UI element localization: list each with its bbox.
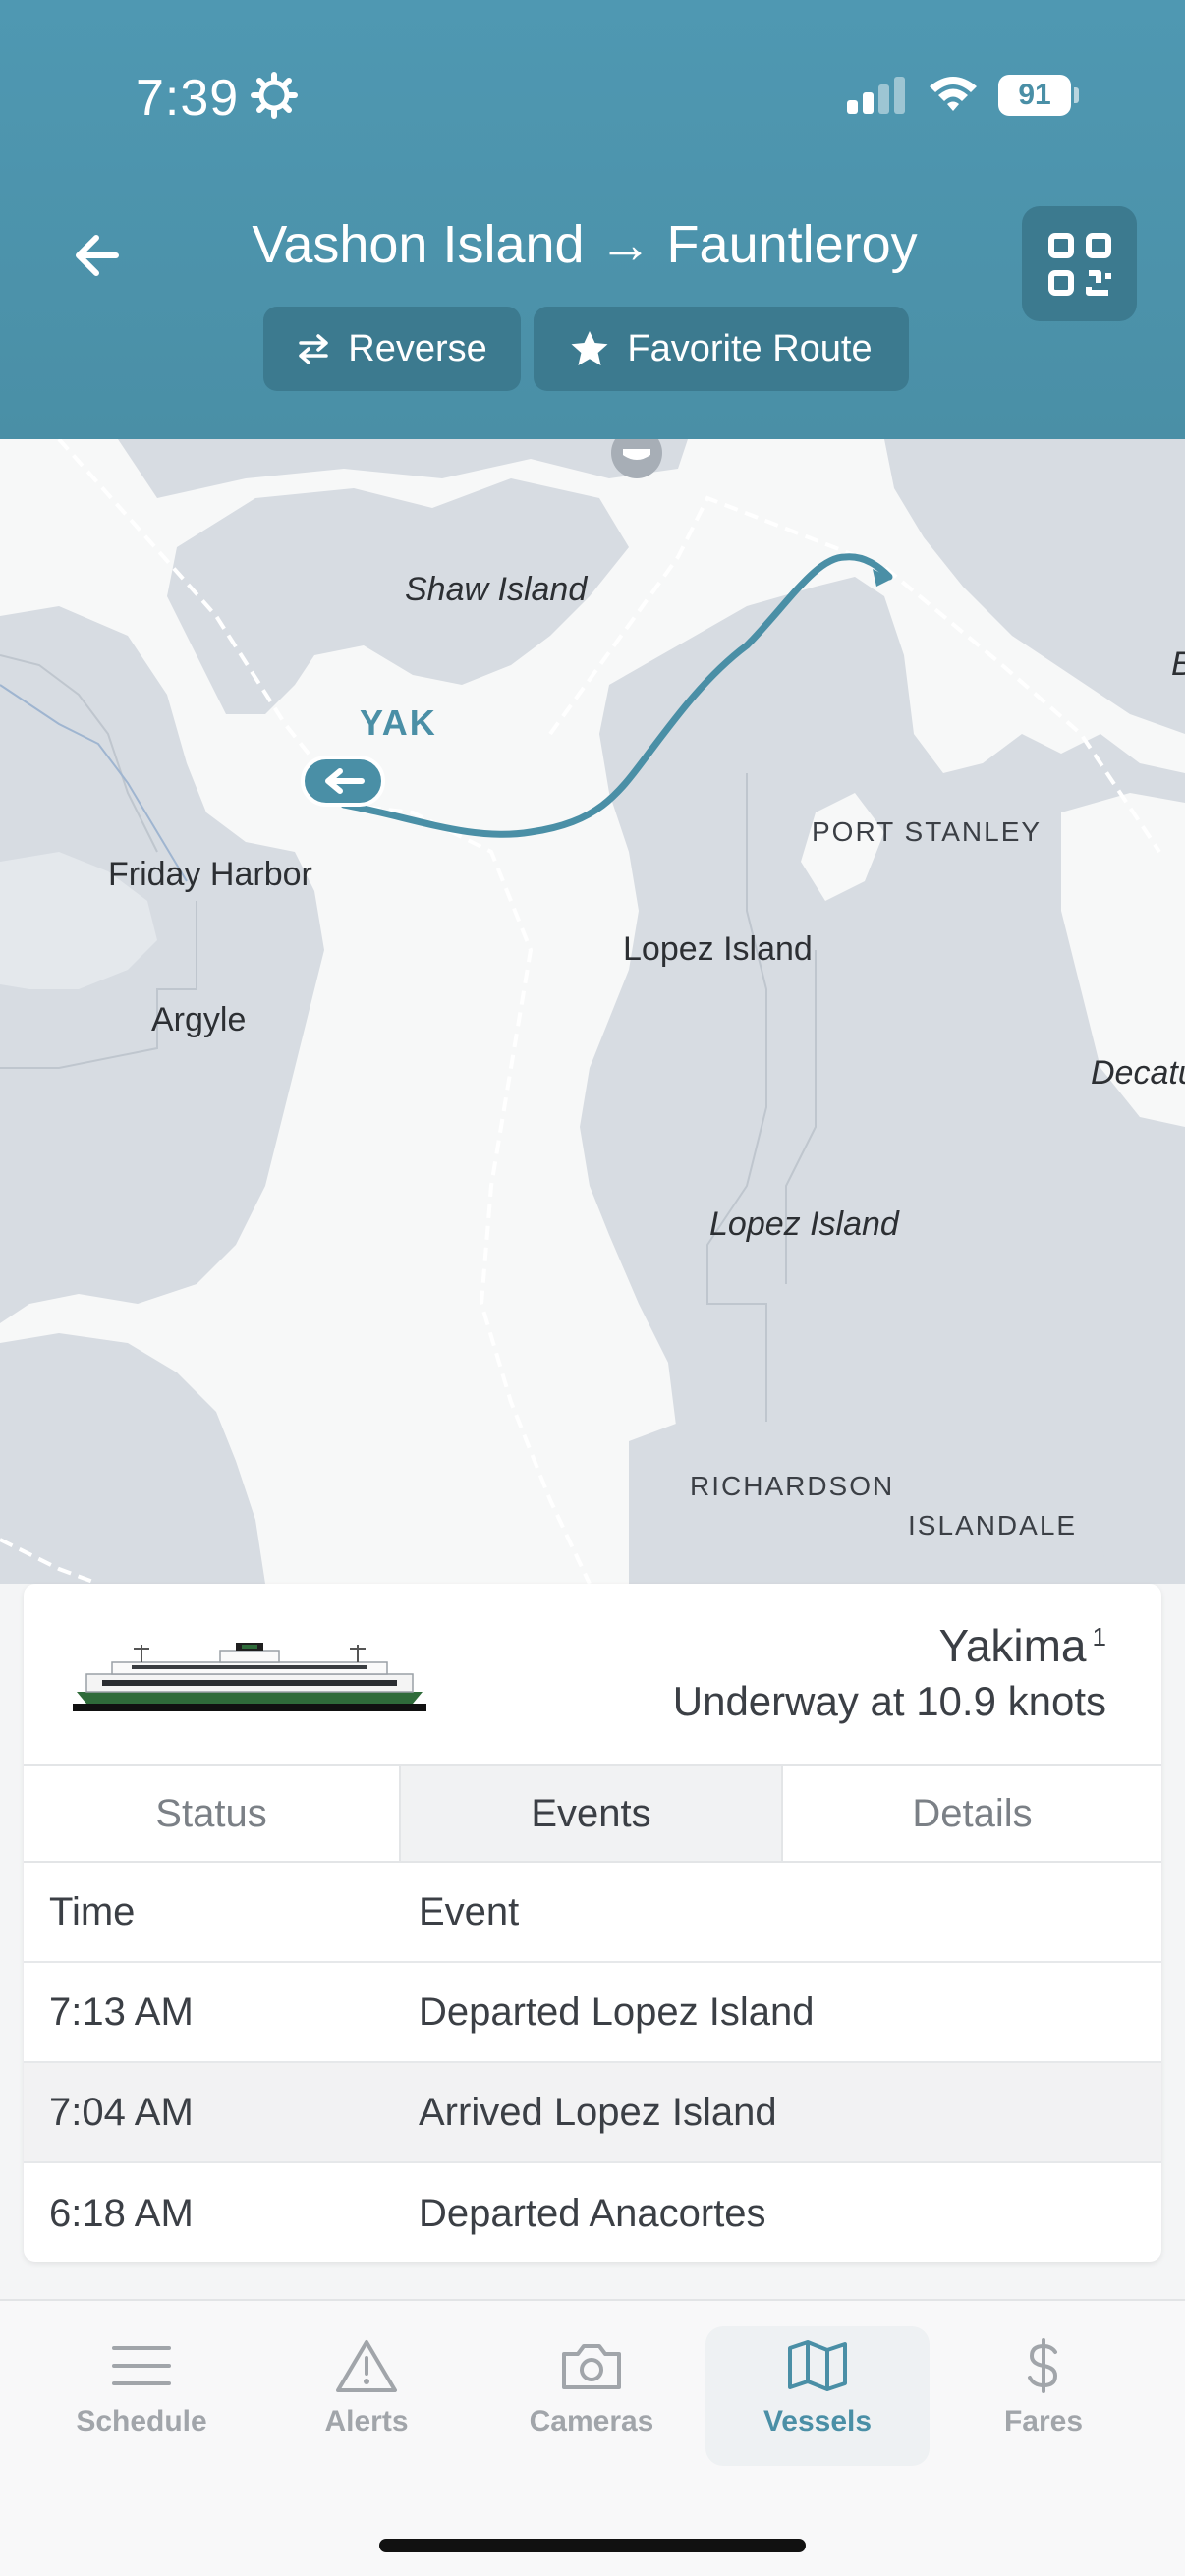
table-row: 6:18 AM Departed Anacortes [24,2163,1161,2262]
qr-code-button[interactable] [1022,206,1137,321]
battery-icon: 91 [998,75,1079,116]
page-title: Vashon Island → Fauntleroy [252,215,918,274]
reverse-label: Reverse [348,327,487,369]
cellular-signal-icon [847,77,905,114]
map-label-richardson: RICHARDSON [690,1471,895,1501]
favorite-route-button[interactable]: Favorite Route [534,307,909,391]
event-description: Arrived Lopez Island [419,2090,777,2134]
nav-label: Fares [1003,2405,1084,2437]
qr-code-icon [1047,232,1111,296]
table-row: 7:13 AM Departed Lopez Island [24,1963,1161,2063]
map-label-argyle: Argyle [151,1001,247,1038]
status-time: 7:39 [136,70,240,127]
event-description: Departed Lopez Island [419,1989,815,2034]
vessel-name: Yakima 1 [938,1620,1106,1671]
tab-events[interactable]: Events [401,1766,783,1861]
home-indicator[interactable] [379,2539,806,2552]
nav-label: Cameras [529,2405,654,2437]
bottom-tab-bar: Schedule Alerts Cameras Vessels Fares [0,2299,1185,2576]
menu-lines-icon [112,2346,171,2385]
route-map[interactable]: YAK Shaw Island Friday Harbor Argyle Lop… [0,439,1185,1584]
nav-alerts[interactable]: Alerts [254,2326,479,2466]
star-icon [571,331,608,365]
map-label-edge: B [1171,645,1185,684]
map-icon [788,2340,847,2391]
vessel-status: Underway at 10.9 knots [672,1678,1106,1724]
map-label-port-stanley: PORT STANLEY [812,816,1043,847]
battery-level: 91 [998,75,1071,116]
map-label-islandale: ISLANDALE [908,1510,1078,1540]
event-time: 6:18 AM [49,2191,194,2235]
column-header-event: Event [419,1889,520,1933]
column-header-time: Time [49,1889,136,1933]
vessel-marker-icon[interactable] [301,756,385,807]
wifi-icon [930,77,977,111]
vessel-header: Yakima 1 Underway at 10.9 knots [24,1584,1161,1766]
nav-cameras[interactable]: Cameras [480,2326,704,2466]
event-description: Departed Anacortes [419,2191,766,2235]
map-label-lopez-island: Lopez Island [709,1205,899,1243]
nav-label: Schedule [76,2405,207,2437]
nav-fares[interactable]: Fares [931,2326,1156,2466]
map-label-shaw-island: Shaw Island [405,571,588,608]
tab-status[interactable]: Status [24,1766,401,1861]
nav-label: Vessels [762,2405,873,2437]
favorite-route-label: Favorite Route [627,327,873,369]
tab-details[interactable]: Details [783,1766,1161,1861]
header: 7:39 91 Vashon Island → Fauntleroy Rever… [0,0,1185,439]
event-time: 7:13 AM [49,1989,194,2034]
vessel-card: Yakima 1 Underway at 10.9 knots Status Ev… [24,1584,1161,2262]
nav-label: Alerts [324,2405,409,2437]
dollar-sign-icon [1028,2338,1058,2393]
table-header-row: Time Event [24,1863,1161,1963]
camera-icon [562,2344,621,2389]
vessel-code-label: YAK [360,702,437,743]
map-label-lopez-island-town: Lopez Island [623,930,813,968]
map-label-friday-harbor: Friday Harbor [108,856,312,893]
event-time: 7:04 AM [49,2090,194,2134]
nav-vessels[interactable]: Vessels [705,2326,930,2466]
nav-schedule[interactable]: Schedule [29,2326,254,2466]
reverse-button[interactable]: Reverse [263,307,521,391]
table-row: 7:04 AM Arrived Lopez Island [24,2063,1161,2163]
swap-arrows-icon [299,334,328,364]
map-label-decatur: Decatu [1091,1054,1185,1092]
gear-icon [251,72,298,119]
back-arrow-icon[interactable] [67,224,130,287]
vessel-tabs: Status Events Details [24,1766,1161,1863]
ferry-illustration [73,1643,426,1711]
warning-triangle-icon [336,2340,397,2392]
events-table: Time Event 7:13 AM Departed Lopez Island… [24,1863,1161,2262]
vessel-footnote: 1 [1092,1621,1106,1652]
